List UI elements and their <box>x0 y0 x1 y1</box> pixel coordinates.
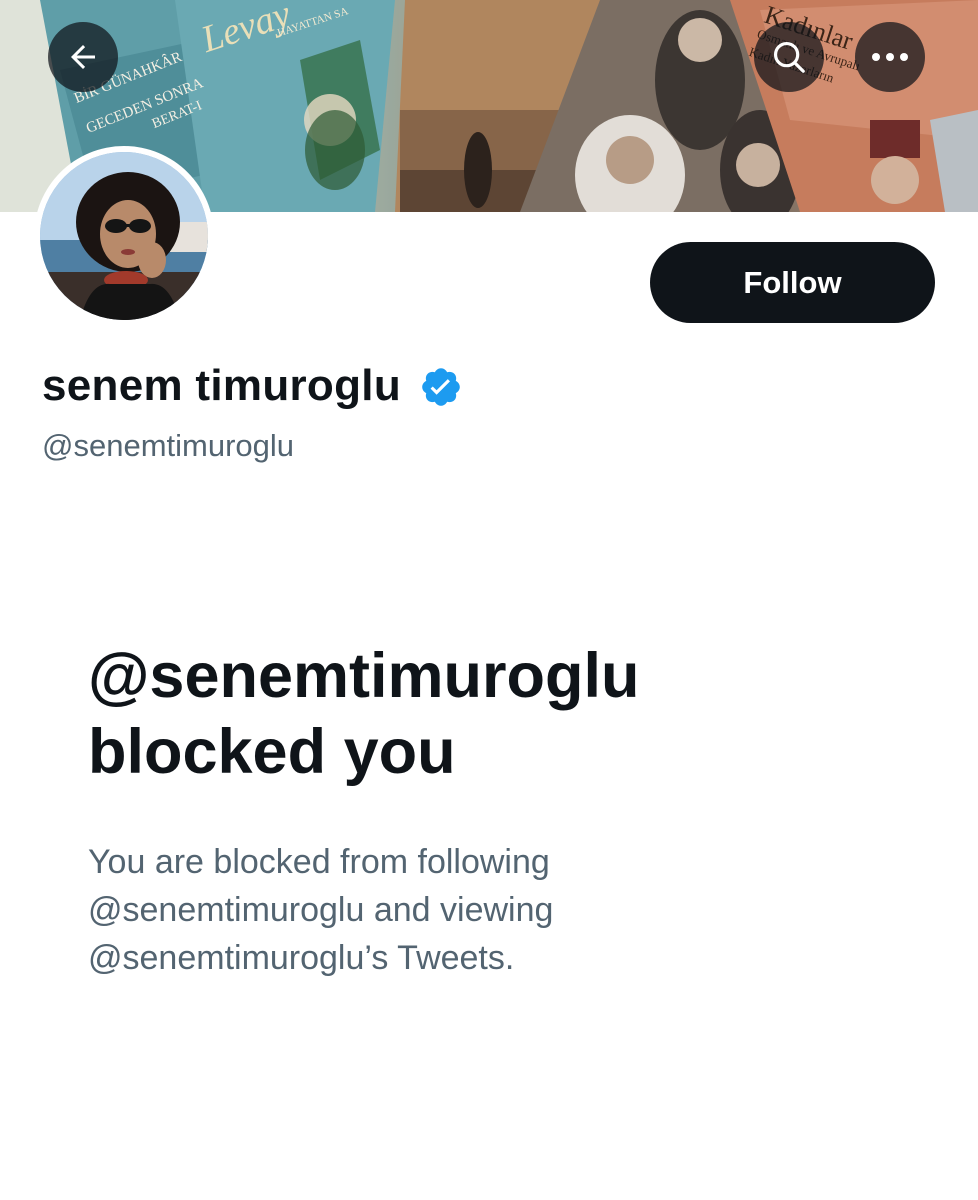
more-button[interactable] <box>855 22 925 92</box>
back-button[interactable] <box>48 22 118 92</box>
more-horizontal-icon <box>872 53 908 61</box>
verified-badge-icon[interactable] <box>419 365 463 409</box>
blocked-heading-line: blocked you <box>88 717 456 787</box>
follow-button[interactable]: Follow <box>650 242 935 323</box>
profile-name-row: senem timuroglu <box>42 358 463 414</box>
blocked-heading: @senemtimuroglu blocked you <box>88 638 848 790</box>
blocked-heading-line: @senemtimuroglu <box>88 641 640 711</box>
avatar-image <box>40 152 208 320</box>
search-icon <box>773 41 805 73</box>
blocked-description-line: @senemtimuroglu’s Tweets. <box>88 939 515 977</box>
profile-handle: @senemtimuroglu <box>42 428 295 463</box>
blocked-description-line: You are blocked from following <box>88 843 550 881</box>
display-name: senem timuroglu <box>42 361 401 410</box>
arrow-left-icon <box>71 45 95 69</box>
blocked-description: You are blocked from following @senemtim… <box>88 838 728 982</box>
avatar[interactable] <box>34 146 214 326</box>
blocked-description-line: @senemtimuroglu and viewing <box>88 891 554 929</box>
search-button[interactable] <box>754 22 824 92</box>
